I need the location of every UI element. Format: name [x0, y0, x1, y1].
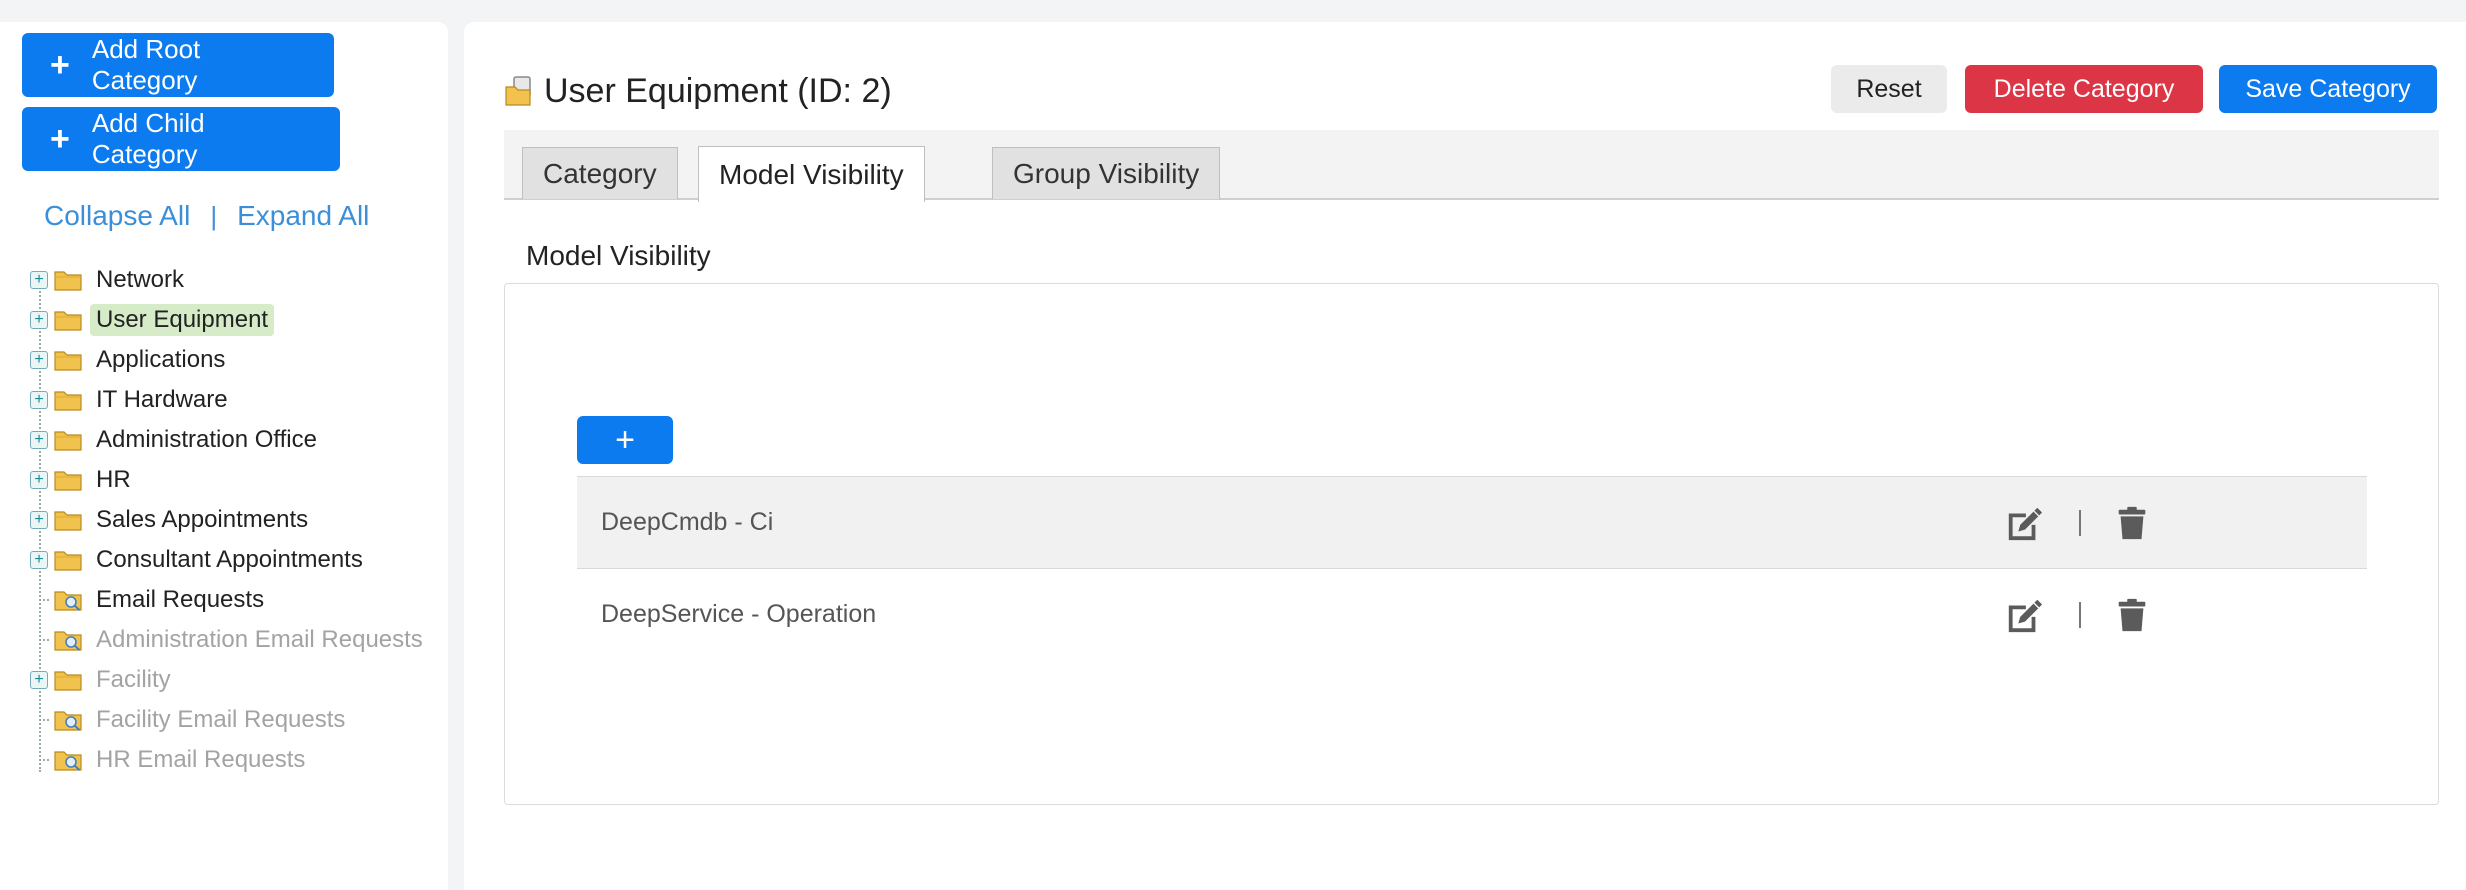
- category-sidebar: + Add Root Category + Add Child Category…: [0, 22, 448, 890]
- folder-icon: [54, 509, 82, 531]
- delete-category-button[interactable]: Delete Category: [1965, 65, 2203, 113]
- tree-node-label[interactable]: HR: [90, 464, 137, 496]
- tree-node[interactable]: Facility Email Requests: [30, 700, 440, 740]
- tree-controls-separator: |: [210, 200, 218, 231]
- list-item-label: DeepCmdb - Ci: [601, 508, 774, 536]
- tree-node-label[interactable]: User Equipment: [90, 304, 275, 336]
- tree-node[interactable]: + Consultant Appointments: [30, 540, 440, 580]
- edit-icon[interactable]: [2005, 504, 2043, 542]
- folder-search-icon: [54, 629, 82, 651]
- tree-node-label[interactable]: Administration Office: [90, 424, 323, 456]
- plus-icon: +: [50, 46, 70, 84]
- tree-node-label[interactable]: Facility: [90, 664, 177, 696]
- expand-node-icon[interactable]: +: [30, 551, 48, 569]
- page-title: User Equipment (ID: 2): [544, 72, 892, 110]
- tree-node-label[interactable]: HR Email Requests: [90, 744, 311, 776]
- folder-search-icon: [54, 589, 82, 611]
- add-root-category-label: Add Root Category: [91, 34, 201, 95]
- category-tree: + Network + User Equipment + Applications + IT …: [30, 260, 440, 780]
- tree-node-label[interactable]: Facility Email Requests: [90, 704, 351, 736]
- tree-node[interactable]: + Administration Office: [30, 420, 440, 460]
- tree-node-label[interactable]: Consultant Appointments: [90, 544, 369, 576]
- expand-node-icon[interactable]: +: [30, 431, 48, 449]
- expand-node-icon[interactable]: +: [30, 671, 48, 689]
- collapse-all-link[interactable]: Collapse All: [44, 200, 190, 232]
- add-child-category-label: Add Child Category: [91, 108, 205, 169]
- tree-node[interactable]: Email Requests: [30, 580, 440, 620]
- expand-node-icon[interactable]: +: [30, 311, 48, 329]
- section-title: Model Visibility: [526, 240, 711, 271]
- page-header: User Equipment (ID: 2): [504, 72, 892, 111]
- tab-model-visibility[interactable]: Model Visibility: [698, 146, 925, 202]
- tree-node[interactable]: + User Equipment: [30, 300, 440, 340]
- add-root-category-button[interactable]: + Add Root Category: [22, 33, 334, 97]
- folder-icon: [54, 269, 82, 291]
- add-child-category-button[interactable]: + Add Child Category: [22, 107, 340, 171]
- list-item: DeepCmdb - Ci: [577, 476, 2367, 568]
- tree-node[interactable]: + Facility: [30, 660, 440, 700]
- tree-node[interactable]: + Network: [30, 260, 440, 300]
- plus-icon: +: [50, 120, 70, 158]
- tree-node[interactable]: + HR: [30, 460, 440, 500]
- folder-icon: [54, 389, 82, 411]
- folder-search-icon: [54, 749, 82, 771]
- tree-node-label[interactable]: Email Requests: [90, 584, 270, 616]
- model-visibility-list: DeepCmdb - Ci DeepService - Operation: [577, 476, 2367, 660]
- folder-icon: [54, 349, 82, 371]
- category-editor: User Equipment (ID: 2) Reset Delete Cate…: [464, 22, 2466, 890]
- folder-icon: [505, 75, 531, 106]
- list-item-label: DeepService - Operation: [601, 600, 877, 628]
- trash-icon[interactable]: [2113, 596, 2151, 634]
- folder-icon: [54, 429, 82, 451]
- expand-all-link[interactable]: Expand All: [237, 200, 369, 232]
- action-separator: [2079, 510, 2081, 536]
- tree-node[interactable]: + Applications: [30, 340, 440, 380]
- folder-icon: [54, 669, 82, 691]
- tree-node[interactable]: HR Email Requests: [30, 740, 440, 780]
- expand-node-icon[interactable]: +: [30, 511, 48, 529]
- row-actions: [2005, 477, 2151, 569]
- tree-controls: Collapse All | Expand All: [44, 200, 369, 232]
- tree-node-label[interactable]: Network: [90, 264, 190, 296]
- folder-icon: [54, 469, 82, 491]
- folder-icon: [54, 549, 82, 571]
- tree-node[interactable]: + IT Hardware: [30, 380, 440, 420]
- tree-node-label[interactable]: Applications: [90, 344, 231, 376]
- tab-category[interactable]: Category: [522, 147, 678, 199]
- action-separator: [2079, 602, 2081, 628]
- row-actions: [2005, 569, 2151, 661]
- tree-node[interactable]: + Sales Appointments: [30, 500, 440, 540]
- reset-button[interactable]: Reset: [1831, 65, 1947, 113]
- list-item: DeepService - Operation: [577, 568, 2367, 660]
- expand-node-icon[interactable]: +: [30, 391, 48, 409]
- add-model-button[interactable]: +: [577, 416, 673, 464]
- expand-node-icon[interactable]: +: [30, 271, 48, 289]
- edit-icon[interactable]: [2005, 596, 2043, 634]
- tree-node[interactable]: Administration Email Requests: [30, 620, 440, 660]
- tab-bar: Category Model Visibility Group Visibili…: [504, 130, 2439, 202]
- tab-group-visibility[interactable]: Group Visibility: [992, 147, 1221, 199]
- expand-node-icon[interactable]: +: [30, 351, 48, 369]
- model-visibility-panel: + DeepCmdb - Ci DeepService - Operation: [504, 283, 2439, 805]
- tree-node-label[interactable]: IT Hardware: [90, 384, 234, 416]
- trash-icon[interactable]: [2113, 504, 2151, 542]
- tree-node-label[interactable]: Sales Appointments: [90, 504, 314, 536]
- folder-icon: [54, 309, 82, 331]
- tree-node-label[interactable]: Administration Email Requests: [90, 624, 429, 656]
- expand-node-icon[interactable]: +: [30, 471, 48, 489]
- folder-search-icon: [54, 709, 82, 731]
- save-category-button[interactable]: Save Category: [2219, 65, 2437, 113]
